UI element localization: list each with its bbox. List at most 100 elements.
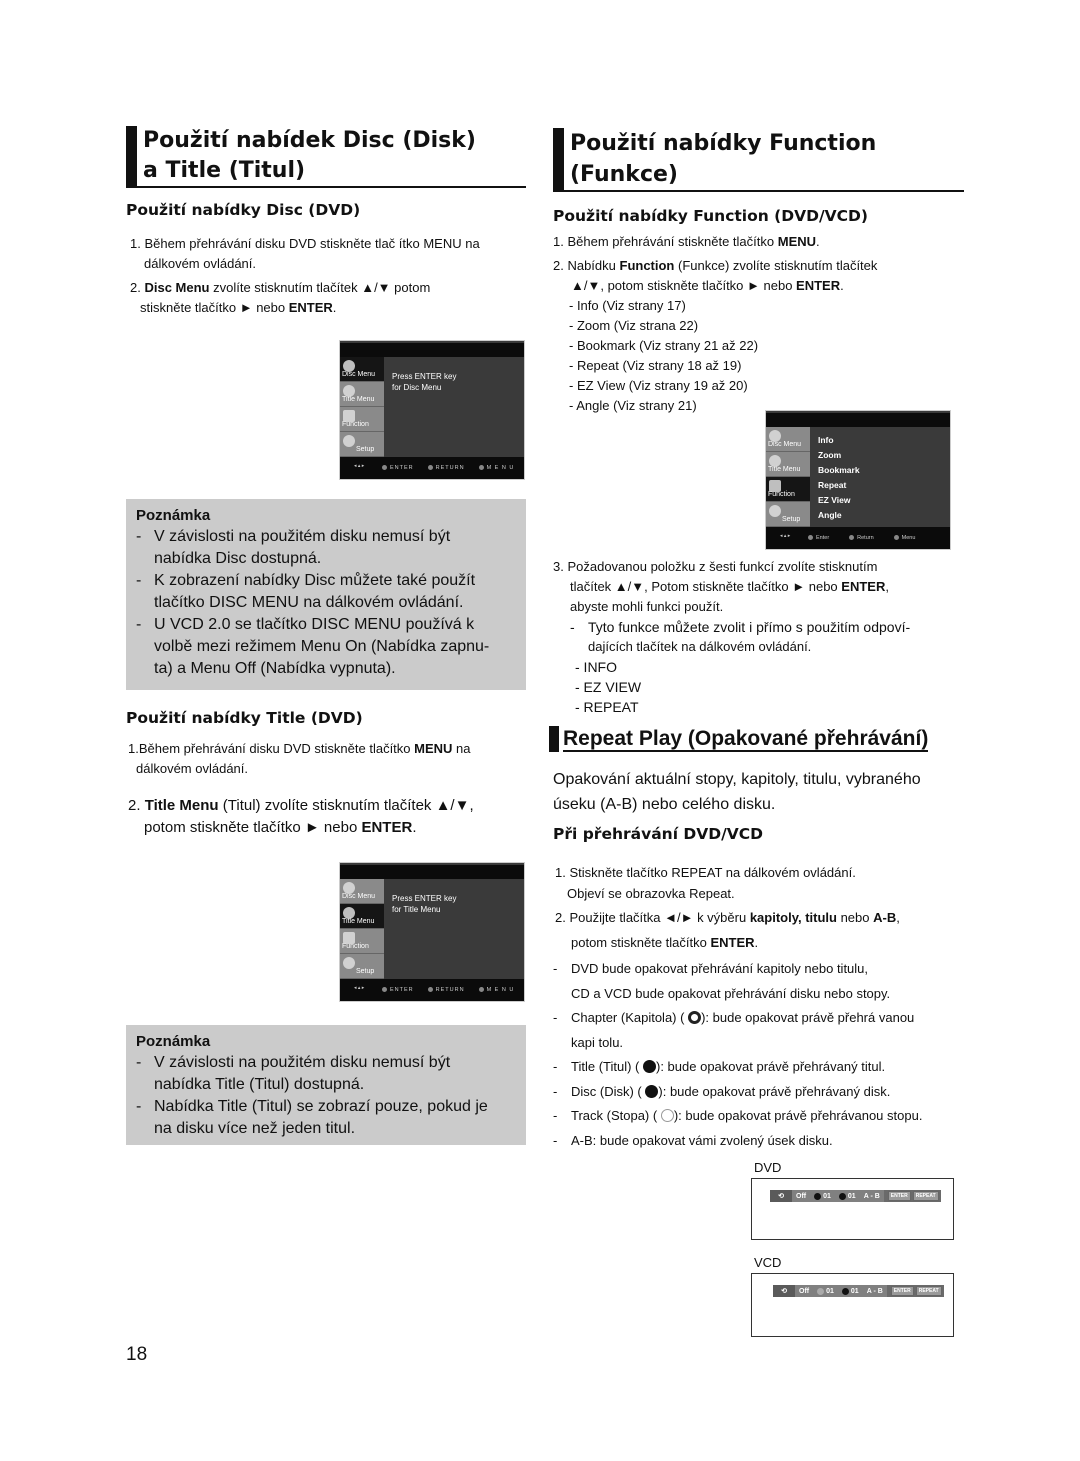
osd-item-title-menu: Title Menu [340,904,384,929]
disc-icon [343,360,355,372]
disc-steps: 1. Během přehrávání disku DVD stiskněte … [130,234,530,318]
repeat-key: REPEAT [912,1191,939,1201]
note-title-label: Poznámka [136,1033,211,1050]
track-repeat-icon [660,1109,674,1122]
repeat-key: REPEAT [915,1286,942,1296]
page-number: 18 [126,1344,148,1365]
heading-line: Použití nabídky Function [570,131,877,156]
function-icon [769,480,781,492]
repeat-intro: Opakování aktuální stopy, kapitoly, titu… [553,771,921,813]
title-repeat-icon [838,1192,846,1200]
subheading-title-menu: Použití nabídky Title (DVD) [126,709,363,727]
direct-button: - REPEAT [575,699,639,715]
title-steps-2: 2. Title Menu (Titul) zvolíte stisknutím… [128,797,474,836]
repeat-mode: Off [799,1287,810,1295]
repeat-bullet: - DVD bude opakovat přehrávání kapitoly n… [553,961,891,1001]
dvd-repeat-screen: ⟲ Off 01 01 A - B ENTER REPEAT [751,1178,954,1240]
function-step-3: 3. Požadovanou položku z šesti funkcí zv… [553,557,973,717]
osd-message: Press ENTER key for Disc Menu [392,372,457,392]
osd-message: Press ENTER key for Title Menu [392,894,457,914]
section-heading-disc-title: Použití nabídek Disc (Disk) a Title (Tit… [126,126,526,188]
title-icon [343,385,355,397]
subheading-repeat: Při přehrávání DVD/VCD [553,825,764,843]
osd-item-title-menu: Title Menu [340,382,384,407]
osd-function-item: EZ View [818,495,851,505]
repeat-icon: ⟲ [773,1285,795,1297]
gear-icon [343,957,355,969]
repeat-steps: 1. Stiskněte tlačítko REPEAT na dálkovém… [555,865,900,950]
note-disc: Poznámka -V závislosti na použitém disku… [126,499,526,690]
osd-footer: Enter Return Menu [766,527,950,549]
section-heading-repeat: Repeat Play (Opakované přehrávání) [549,726,929,752]
section-heading-function: Použití nabídky Function (Funkce) [553,128,964,192]
osd-item-disc-menu: Disc Menu [340,357,384,382]
ab-repeat: A - B [866,1287,883,1295]
step-1-cont: dálkovém ovládání. [144,256,257,271]
repeat-bullet: - A-B: bude opakovat vámi zvolený úsek di… [553,1132,833,1148]
title-repeat-icon [643,1060,656,1073]
function-option: - EZ View (Viz strany 19 až 20) [569,378,748,393]
heading-line: a Title (Titul) [143,158,306,183]
menu-icon [478,465,484,471]
title-menu-screen: Disc Menu Title Menu Function Setup Pres… [339,862,525,1002]
repeat-bullet: - Title (Titul) ( ): bude opakovat právě … [553,1059,886,1074]
return-icon [427,987,433,993]
enter-key: ENTER [887,1191,911,1201]
osd-sidebar: Disc Menu Title Menu Function Setup [766,427,810,527]
osd-footer: ENTER RETURN M E N U [340,457,524,479]
chapter-repeat-icon [688,1011,702,1024]
menu-icon [478,987,484,993]
enter-icon [808,535,813,541]
repeat-bullet: - Track (Stopa) ( ): bude opakovat právě … [553,1108,923,1123]
ab-repeat: A - B [863,1192,880,1200]
repeat-mode: Off [796,1192,807,1200]
function-menu-screen: Disc Menu Title Menu Function Setup Info… [765,410,951,550]
heading-line: Použití nabídek Disc (Disk) [143,128,476,153]
function-option: - Repeat (Viz strany 18 až 19) [569,358,742,373]
osd-item-disc-menu: Disc Menu [766,427,810,452]
menu-icon [893,535,899,541]
return-icon [427,465,433,471]
osd-function-item: Bookmark [818,465,860,475]
note-item: -V závislosti na použitém disku nemusí b… [136,528,451,567]
step-2-cont: stiskněte tlačítko ► nebo ENTER. [140,300,337,315]
dvd-label: DVD [754,1160,782,1175]
nav-arrows-icon [354,463,368,473]
osd-function-item: Info [818,435,834,445]
disc-icon [343,882,355,894]
osd-footer: ENTER RETURN M E N U [340,979,524,1001]
note-item: -U VCD 2.0 se tlačítko DISC MENU používá… [136,616,490,677]
note-item: -V závislosti na použitém disku nemusí b… [136,1054,451,1093]
osd-item-function: Function [766,477,810,502]
gear-icon [769,505,781,517]
enter-icon [382,465,387,471]
osd-function-item: Angle [818,510,842,520]
osd-function-item: Repeat [818,480,847,490]
note-title: Poznámka -V závislosti na použitém disku… [126,1025,526,1145]
subheading-function: Použití nabídky Function (DVD/VCD) [553,207,868,225]
disc-repeat-icon [645,1084,659,1098]
heading-line: (Funkce) [570,162,678,187]
osd-function-item: Zoom [818,450,842,460]
dvd-repeat-bar: ⟲ Off 01 01 A - B ENTER REPEAT [770,1190,941,1202]
repeat-bullet: - Chapter (Kapitola) ( ): bude opakovat p… [553,1010,915,1050]
osd-item-title-menu: Title Menu [766,452,810,477]
note-item: - Nabídka Title (Titul) se zobrazí pouze,… [136,1098,488,1137]
enter-icon [382,987,387,993]
chapter-repeat-icon [814,1192,822,1200]
nav-arrows-icon [780,533,794,543]
title-icon [769,455,781,467]
osd-item-setup: Setup [766,502,810,527]
nav-arrows-icon [354,985,368,995]
osd-sidebar: Disc Menu Title Menu Function Setup [340,879,384,979]
vcd-repeat-bar: ⟲ Off 01 01 A - B ENTER REPEAT [773,1285,944,1297]
osd-sidebar: Disc Menu Title Menu Function Setup [340,357,384,457]
repeat-bullets: - DVD bude opakovat přehrávání kapitoly n… [553,957,973,1153]
repeat-icon: ⟲ [770,1190,792,1202]
direct-button: - INFO [575,659,617,675]
vcd-label: VCD [754,1255,782,1270]
note-title: Poznámka [136,507,211,524]
title-steps-1: 1.Během přehrávání disku DVD stiskněte t… [128,741,471,776]
osd-function-list: Info Zoom Bookmark Repeat EZ View Angle [818,433,860,523]
osd-item-disc-menu: Disc Menu [340,879,384,904]
